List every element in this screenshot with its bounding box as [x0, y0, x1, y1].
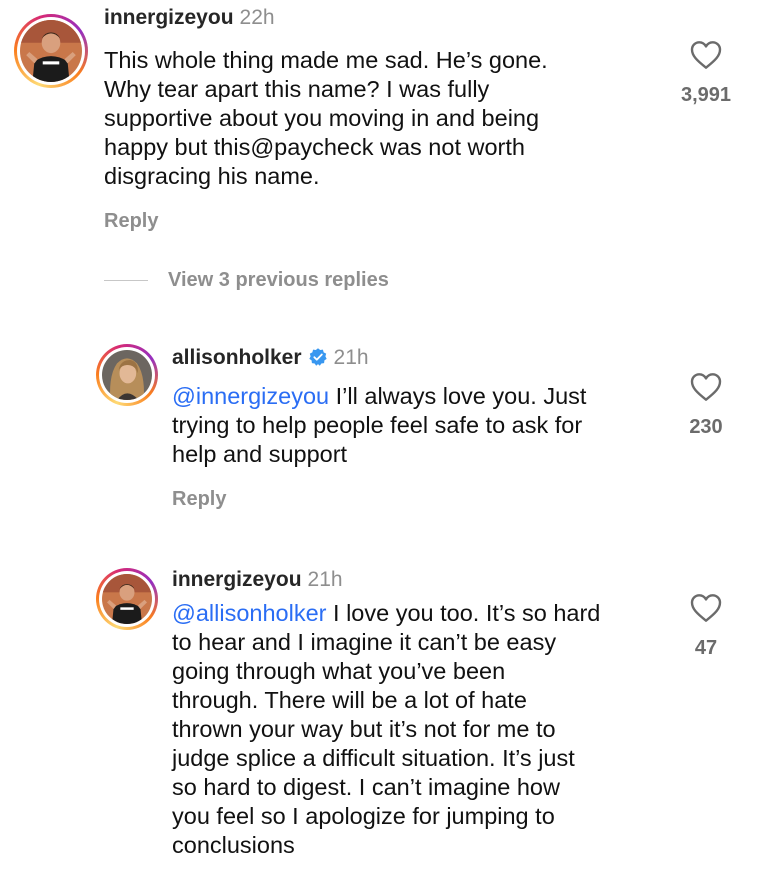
comment-line: help and support	[172, 441, 348, 467]
timestamp: 22h	[239, 6, 275, 29]
reply-button[interactable]: Reply	[104, 210, 158, 233]
like-count: 47	[694, 637, 718, 659]
avatar-innergizeyou[interactable]	[14, 14, 88, 88]
profile-photo	[102, 574, 152, 624]
mention-link[interactable]: @innergizeyou	[172, 383, 329, 409]
comment-text: @allisonholker I love you too. It’s so h…	[172, 599, 600, 860]
comment-header: innergizeyou 21h	[172, 568, 343, 592]
username[interactable]: innergizeyou	[172, 568, 302, 591]
divider	[104, 279, 148, 281]
comment-line: to hear and I imagine it can’t be easy	[172, 629, 557, 655]
comment-line: I’ll always love you. Just	[329, 383, 587, 409]
comment-line: disgracing his name.	[104, 163, 320, 189]
timestamp: 21h	[333, 346, 369, 369]
comment-line: going through what you’ve been	[172, 658, 506, 684]
like-count: 230	[689, 416, 723, 438]
view-previous-replies-label[interactable]: View 3 previous replies	[168, 269, 389, 292]
avatar-innergizeyou[interactable]	[96, 568, 158, 630]
timestamp: 21h	[307, 568, 343, 591]
like-control[interactable]: 3,991	[671, 40, 741, 107]
view-previous-replies[interactable]: View 3 previous replies	[104, 268, 389, 292]
comment-line: you feel so I apologize for jumping to	[172, 803, 555, 829]
comment-line: I love you too. It’s so hard	[326, 600, 601, 626]
comment-line: Why tear apart this name? I was fully	[104, 76, 490, 102]
comment-header: allisonholker 21h	[172, 346, 369, 370]
heart-outline-icon[interactable]	[690, 593, 722, 623]
like-control[interactable]: 230	[671, 372, 741, 439]
profile-photo	[102, 350, 152, 400]
profile-photo	[20, 20, 82, 82]
comment-line: trying to help people feel safe to ask f…	[172, 412, 583, 438]
heart-outline-icon[interactable]	[690, 40, 722, 70]
comment-line: supportive about you moving in and being	[104, 105, 540, 131]
comment-line: so hard to digest. I can’t imagine how	[172, 774, 560, 800]
username[interactable]: innergizeyou	[104, 6, 234, 29]
comment-text: This whole thing made me sad. He’s gone.…	[104, 46, 548, 191]
comment-line: thrown your way but it’s not for me to	[172, 716, 556, 742]
comment-text: @innergizeyou I’ll always love you. Just…	[172, 382, 586, 469]
like-count: 3,991	[680, 84, 732, 106]
comment-line: This whole thing made me sad. He’s gone.	[104, 47, 548, 73]
username[interactable]: allisonholker	[172, 346, 302, 369]
verified-badge-icon	[308, 348, 327, 366]
heart-outline-icon[interactable]	[690, 372, 722, 402]
reply-button[interactable]: Reply	[172, 488, 226, 511]
comment-line: conclusions	[172, 832, 295, 858]
comment-line: judge splice a difficult situation. It’s…	[172, 745, 575, 771]
comment-line: happy but this@paycheck was not worth	[104, 134, 525, 160]
comment-line: through. There will be a lot of hate	[172, 687, 527, 713]
mention-link[interactable]: @allisonholker	[172, 600, 326, 626]
like-control[interactable]: 47	[671, 593, 741, 660]
avatar-allisonholker[interactable]	[96, 344, 158, 406]
comment-header: innergizeyou 22h	[104, 6, 275, 30]
